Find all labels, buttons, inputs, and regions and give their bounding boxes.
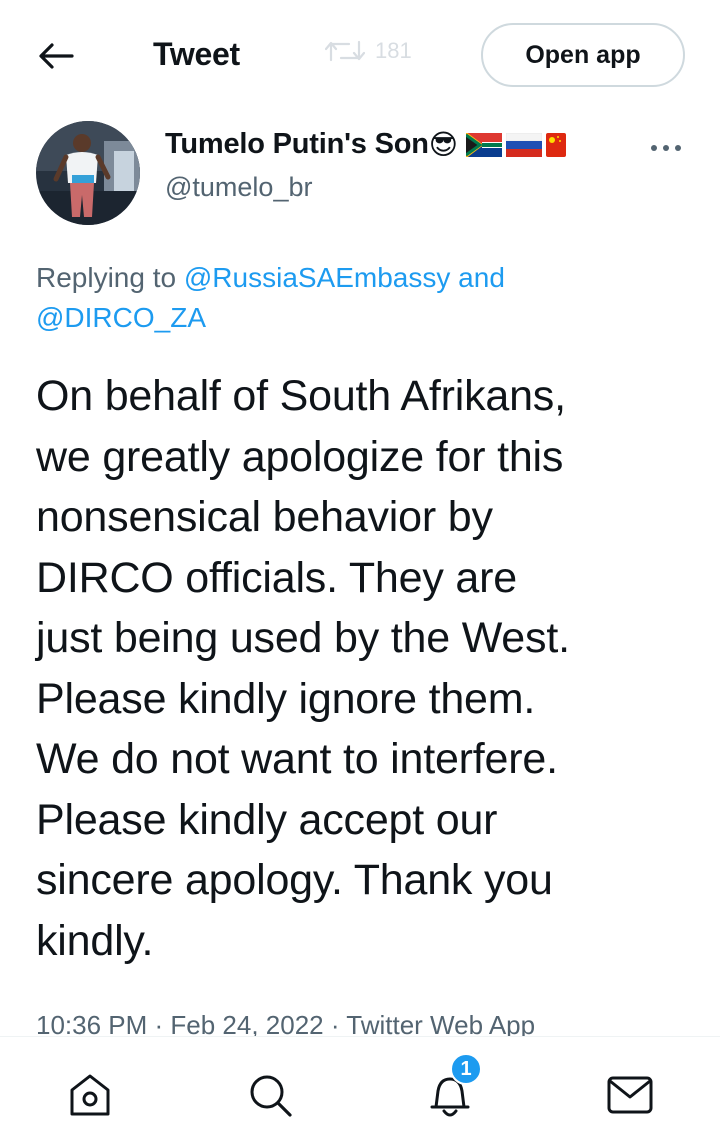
handle[interactable]: @tumelo_br: [165, 172, 312, 203]
more-horizontal-icon: [651, 145, 681, 151]
replying-to: Replying to @RussiaSAEmbassy and @DIRCO_…: [36, 258, 676, 338]
bottom-nav: 1: [0, 1036, 720, 1146]
mention-dirco-za[interactable]: @DIRCO_ZA: [36, 302, 206, 333]
retweet-count-ghost: 181: [325, 38, 412, 64]
arrow-left-icon: [39, 43, 74, 69]
china-flag-icon: [545, 132, 566, 157]
south-africa-flag-icon: [465, 132, 502, 157]
home-icon: [70, 1074, 110, 1116]
sunglasses-emoji: 😎: [428, 129, 458, 160]
nav-messages[interactable]: [604, 1069, 656, 1121]
avatar-photo: [36, 121, 140, 225]
avatar[interactable]: [36, 121, 140, 225]
tweet-text: On behalf of South Afrikans, we greatly …: [36, 372, 570, 965]
nav-notifications[interactable]: 1: [424, 1053, 482, 1121]
display-name[interactable]: Tumelo Putin's Son: [165, 128, 429, 161]
retweet-count: 181: [375, 38, 412, 63]
open-app-button[interactable]: Open app: [481, 23, 685, 87]
search-icon: [250, 1075, 292, 1117]
mention-russia-sa-embassy[interactable]: @RussiaSAEmbassy: [184, 262, 451, 293]
tweet-timestamp[interactable]: 10:36 PM · Feb 24, 2022 · Twitter Web Ap…: [36, 1010, 535, 1036]
replying-and[interactable]: and: [458, 262, 505, 293]
messages-icon: [607, 1076, 653, 1114]
russia-flag-icon: [505, 132, 542, 157]
top-bar: Tweet 181 Open app: [0, 0, 720, 100]
more-options-button[interactable]: [648, 130, 684, 166]
replying-prefix: Replying to: [36, 262, 177, 293]
page-title: Tweet: [153, 36, 240, 72]
retweet-icon: [325, 40, 365, 62]
author-name-row: Tumelo Putin's Son 😎: [165, 128, 566, 161]
nav-home[interactable]: [64, 1069, 116, 1121]
notifications-badge: 1: [450, 1053, 482, 1085]
flags: [465, 132, 566, 157]
nav-search[interactable]: [244, 1069, 296, 1121]
back-button[interactable]: [34, 34, 78, 78]
